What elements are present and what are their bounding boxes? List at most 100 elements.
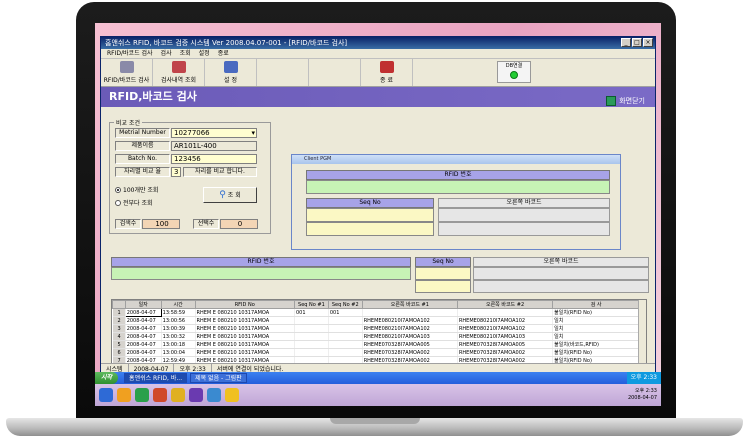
table-cell bbox=[328, 316, 363, 325]
menu-item-check[interactable]: 검사 bbox=[161, 49, 172, 58]
search-button-label: 조 회 bbox=[227, 192, 241, 199]
grid-column-header[interactable]: RFID No bbox=[194, 300, 295, 309]
grid-column-header[interactable] bbox=[112, 300, 126, 309]
grid-column-header[interactable]: 오른쪽 바코드 #1 bbox=[361, 300, 458, 309]
close-button[interactable]: × bbox=[643, 38, 653, 47]
menu-item-exit[interactable]: 종료 bbox=[218, 49, 229, 58]
start-button[interactable]: 시작 bbox=[95, 372, 119, 384]
table-row[interactable]: 1 2008-04-07 13:58:59 RHEM E 080210 10317AM… bbox=[112, 308, 640, 317]
grid-column-header[interactable]: Seq No #2 bbox=[327, 300, 363, 309]
table-cell: 3 bbox=[112, 324, 126, 333]
radio-100[interactable]: 100개만 조회 bbox=[115, 185, 158, 194]
grid-column-header[interactable]: Seq No #1 bbox=[293, 300, 329, 309]
table-cell bbox=[294, 324, 329, 333]
menu-item-search[interactable]: 조회 bbox=[180, 49, 191, 58]
close-screen-label: 화면닫기 bbox=[619, 97, 645, 105]
toolbar-button-2[interactable]: 설 정 bbox=[205, 59, 257, 86]
table-cell: RHEME080210I7AMOA102 bbox=[362, 316, 458, 325]
toolbar-button-1[interactable]: 검사내역 조회 bbox=[153, 59, 205, 86]
table-cell: 일치 bbox=[552, 324, 640, 333]
popup-right-value-1 bbox=[438, 208, 610, 222]
taskbar-app-icon-6[interactable] bbox=[207, 388, 221, 402]
table-row[interactable]: 6 2008-04-07 13:00:04 RHEM E 080210 10317AM… bbox=[112, 348, 640, 357]
compare-group-label: 비교 조건 bbox=[114, 118, 142, 127]
table-cell bbox=[294, 340, 329, 349]
screen: 홈앤쉬스 RFID, 바코드 검증 시스템 Ver 2008.04.07-001… bbox=[95, 23, 661, 406]
table-cell bbox=[328, 340, 363, 349]
window-titlebar[interactable]: 홈앤쉬스 RFID, 바코드 검증 시스템 Ver 2008.04.07-001… bbox=[101, 37, 655, 49]
menu-item-rfid[interactable]: RFID/바코드 검사 bbox=[107, 49, 153, 58]
host-clock: 오후 2:33 2008-04-07 bbox=[628, 388, 661, 402]
table-cell: 2 bbox=[112, 316, 126, 325]
table-cell: 13:00:18 bbox=[161, 340, 196, 349]
check-count-label: 검색수 bbox=[115, 219, 141, 229]
table-cell: RHEM E 080210 10317AMOA bbox=[195, 340, 295, 349]
maximize-button[interactable]: □ bbox=[632, 38, 642, 47]
table-cell bbox=[362, 308, 458, 317]
taskbar-app-icon-4[interactable] bbox=[171, 388, 185, 402]
table-cell: RHEM E 080210 10317AMOA bbox=[195, 324, 295, 333]
taskbar-app-icon-0[interactable] bbox=[99, 388, 113, 402]
table-row[interactable]: 3 2008-04-07 13:00:39 RHEM E 080210 10317AM… bbox=[112, 324, 640, 333]
batch-input[interactable]: 123456 bbox=[171, 154, 257, 164]
taskbar-app-icon-3[interactable] bbox=[153, 388, 167, 402]
search-button[interactable]: ⚲ 조 회 bbox=[203, 187, 257, 203]
batch-label: Batch No. bbox=[115, 154, 170, 164]
task-paint[interactable]: 제목 없음 - 그림판 bbox=[190, 373, 247, 383]
minimize-button[interactable]: _ bbox=[621, 38, 631, 47]
chevron-down-icon[interactable]: ▾ bbox=[251, 129, 255, 137]
grid-column-header[interactable]: 오른쪽 바코드 #2 bbox=[456, 300, 554, 309]
popup-rfid-header: RFID 번호 bbox=[306, 170, 610, 180]
table-cell: 5 bbox=[112, 340, 126, 349]
table-cell: 불일치(RFID No) bbox=[552, 348, 640, 357]
menu-item-settings[interactable]: 설정 bbox=[199, 49, 210, 58]
radio-dot-unchecked[interactable] bbox=[115, 199, 121, 206]
material-label: Metrial Number bbox=[115, 128, 170, 138]
toolbar-button-5[interactable]: 종 료 bbox=[361, 59, 413, 86]
blank bbox=[275, 65, 290, 78]
table-cell: 2008-04-07 bbox=[125, 348, 162, 357]
table-cell: 일치 bbox=[552, 316, 640, 325]
table-row[interactable]: 2 2008-04-07 13:00:56 RHEM E 080210 10317AM… bbox=[112, 316, 640, 325]
table-cell: RHEME080210I7AMOA103 bbox=[362, 332, 458, 341]
popup-rfid-value bbox=[306, 180, 610, 194]
magnifier-icon: ⚲ bbox=[219, 190, 226, 200]
radio-dot-checked[interactable] bbox=[115, 186, 121, 193]
right-barcode-value-1 bbox=[473, 267, 649, 280]
product-label: 제품이름 bbox=[115, 141, 170, 151]
toolbar-button-label: 검사내역 조회 bbox=[160, 77, 197, 84]
close-screen-button[interactable]: 화면닫기 bbox=[606, 91, 645, 111]
task-rfid-app[interactable]: 홈앤쉬스 RFID, 바... bbox=[124, 373, 188, 383]
toolbar-button-label: 종 료 bbox=[380, 77, 393, 84]
table-row[interactable]: 4 2008-04-07 13:00:32 RHEM E 080210 10317AM… bbox=[112, 332, 640, 341]
popup-right-header: 오른쪽 바코드 bbox=[438, 198, 610, 208]
laptop-frame: 홈앤쉬스 RFID, 바코드 검증 시스템 Ver 2008.04.07-001… bbox=[0, 0, 749, 442]
laptop-notch bbox=[330, 418, 420, 424]
toolbar-button-3[interactable] bbox=[257, 59, 309, 86]
table-row[interactable]: 5 2008-04-07 13:00:18 RHEM E 080210 10317AM… bbox=[112, 340, 640, 349]
toolbar-button-0[interactable]: RFID/바코드 검사 bbox=[101, 59, 153, 86]
table-cell: RHEME070328I7AMOA005 bbox=[457, 340, 554, 349]
select-count-label: 선택수 bbox=[193, 219, 219, 229]
taskbar-app-icon-5[interactable] bbox=[189, 388, 203, 402]
toolbar-button-4[interactable] bbox=[309, 59, 361, 86]
table-cell: RHEME080210I7AMOA102 bbox=[457, 324, 554, 333]
radio-all[interactable]: 전부다 조회 bbox=[115, 198, 153, 207]
db-led-icon bbox=[510, 71, 518, 79]
popup-title[interactable]: Client PGM bbox=[292, 155, 620, 164]
menubar: RFID/바코드 검사 검사 조회 설정 종료 bbox=[101, 49, 655, 59]
taskbar-app-icon-2[interactable] bbox=[135, 388, 149, 402]
table-cell: RHEM E 080210 10317AMOA bbox=[195, 316, 295, 325]
table-cell: 2008-04-07 bbox=[125, 316, 162, 325]
material-select[interactable]: 10277066 ▾ bbox=[171, 128, 257, 138]
grid-column-header[interactable]: 시간 bbox=[160, 300, 196, 309]
grid-column-header[interactable]: 일자 bbox=[124, 300, 162, 309]
taskbar-app-icon-7[interactable] bbox=[225, 388, 239, 402]
table-cell: 4 bbox=[112, 332, 126, 341]
digits-input[interactable]: 3 bbox=[171, 167, 181, 177]
door-icon bbox=[606, 96, 617, 106]
table-cell: 2008-04-07 bbox=[125, 324, 162, 333]
taskbar-app-icon-1[interactable] bbox=[117, 388, 131, 402]
window-title: 홈앤쉬스 RFID, 바코드 검증 시스템 Ver 2008.04.07-001… bbox=[105, 39, 348, 47]
grid-column-header[interactable]: 검 사 bbox=[552, 300, 640, 309]
